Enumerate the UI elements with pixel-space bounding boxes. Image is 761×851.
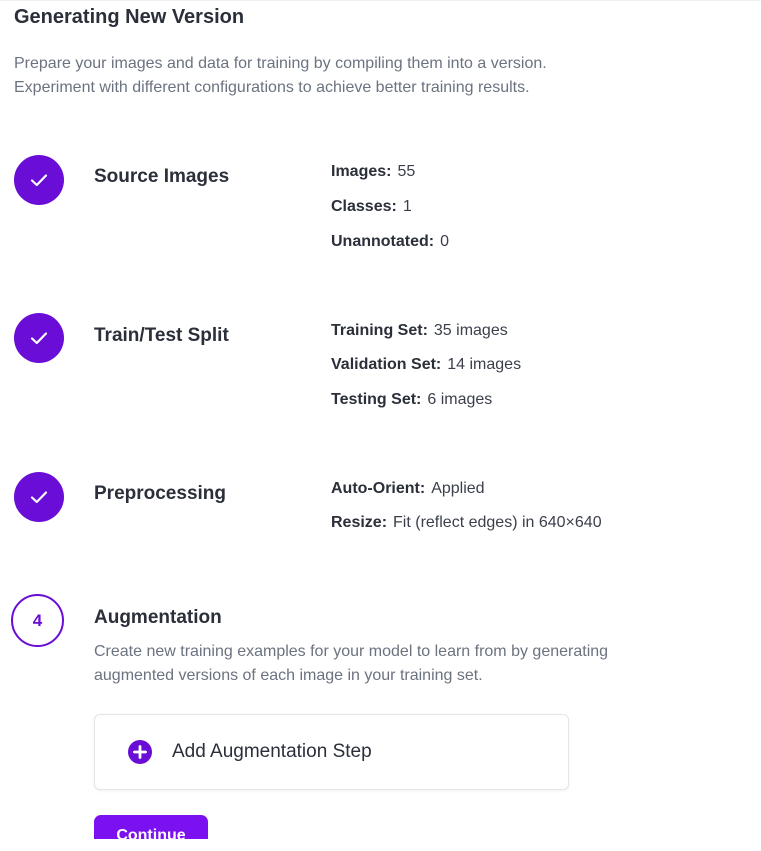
viewport-clip: Continue [0,0,761,839]
continue-button[interactable]: Continue [94,815,208,839]
